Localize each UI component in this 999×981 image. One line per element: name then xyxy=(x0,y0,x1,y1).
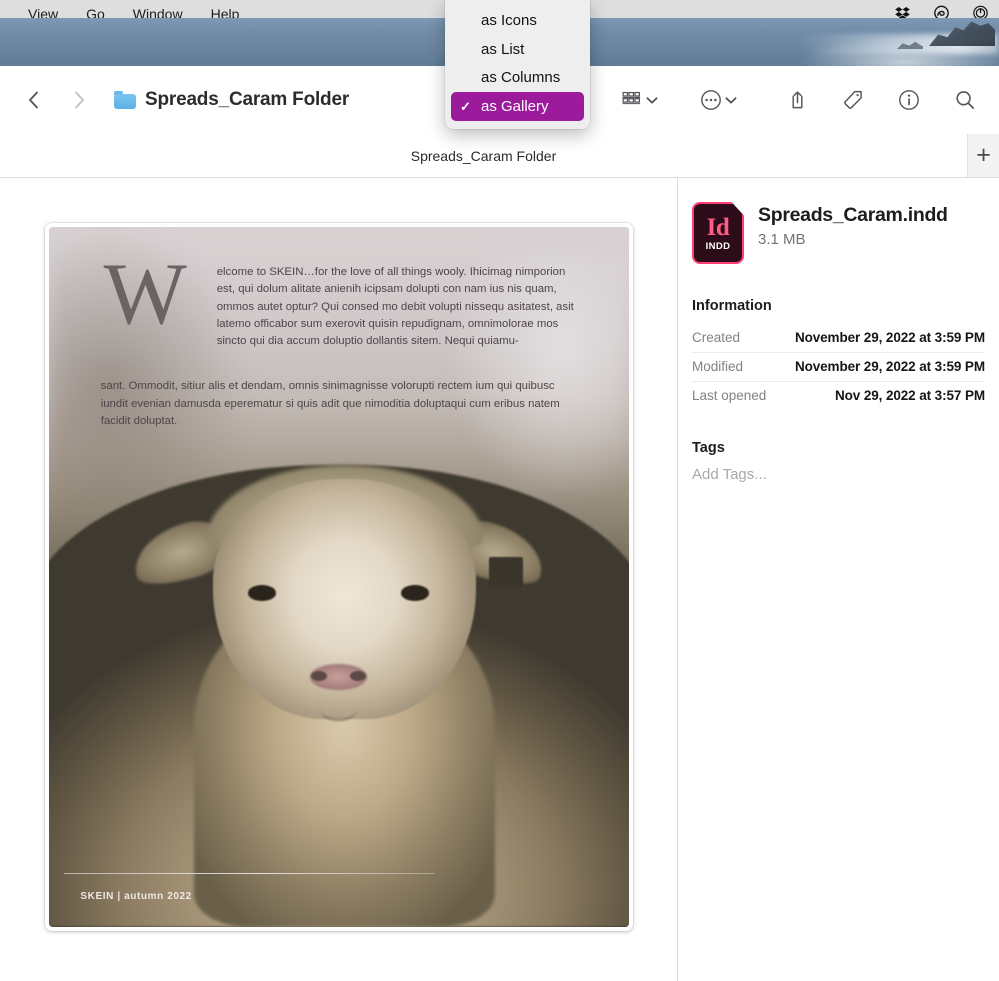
information-heading: Information xyxy=(692,298,772,314)
search-icon xyxy=(956,91,975,109)
menu-item-help[interactable]: Help xyxy=(197,7,254,18)
chevron-left-icon xyxy=(28,91,38,109)
folder-icon xyxy=(114,91,136,109)
info-key: Created xyxy=(692,330,741,345)
menu-bar-items: View Go Window Help xyxy=(0,3,253,18)
info-circle-icon xyxy=(899,90,919,110)
file-size: 3.1 MB xyxy=(758,231,806,249)
menu-option-label: as Gallery xyxy=(481,98,549,116)
info-row-last-opened: Last opened Nov 29, 2022 at 3:57 PM xyxy=(692,382,985,410)
info-key: Last opened xyxy=(692,388,767,403)
checkmark-icon: ✓ xyxy=(460,98,471,114)
window-title-block[interactable]: Spreads_Caram Folder xyxy=(114,89,349,111)
finder-window: Spreads_Caram Folder Spreads_Caram Folde… xyxy=(0,66,999,981)
tag-icon xyxy=(844,90,862,109)
menu-option-as-icons[interactable]: as Icons xyxy=(451,6,584,35)
tags-section: Tags Add Tags... xyxy=(692,440,985,483)
spread-caption: SKEIN | autumn 2022 xyxy=(80,890,192,902)
share-button[interactable] xyxy=(775,81,819,119)
actions-menu-button[interactable] xyxy=(687,82,749,118)
file-meta: Spreads_Caram.indd 3.1 MB xyxy=(758,202,948,248)
spread-body-text-continued: sant. Ommodit, sitiur alis et dendam, om… xyxy=(100,380,560,427)
menu-bar-status-items xyxy=(894,5,999,18)
info-button[interactable] xyxy=(887,81,931,119)
tags-button[interactable] xyxy=(831,81,875,119)
page-title: Spreads_Caram Folder xyxy=(145,89,350,110)
info-value: Nov 29, 2022 at 3:57 PM xyxy=(834,388,985,403)
info-row-modified: Modified November 29, 2022 at 3:59 PM xyxy=(692,353,985,382)
creative-cloud-icon[interactable] xyxy=(933,5,950,18)
indesign-spread-preview: W elcome to SKEIN…for the love of all th… xyxy=(48,227,629,927)
tab-spreads-caram-folder[interactable]: Spreads_Caram Folder xyxy=(0,134,967,177)
menu-item-go[interactable]: Go xyxy=(72,7,119,18)
indesign-extension-label: INDD xyxy=(705,240,731,252)
search-button[interactable] xyxy=(943,81,987,119)
view-menu-dropdown: as Icons as List as Columns ✓ as Gallery xyxy=(445,0,590,129)
indesign-app-glyph: Id xyxy=(706,213,730,241)
back-button[interactable] xyxy=(14,83,52,117)
menu-option-as-columns[interactable]: as Columns xyxy=(451,64,584,93)
chevron-down-icon xyxy=(725,96,736,103)
menu-item-view[interactable]: View xyxy=(14,7,72,18)
power-control-icon[interactable] xyxy=(972,5,989,18)
menu-option-as-list[interactable]: as List xyxy=(451,35,584,64)
toolbar-right-group xyxy=(605,81,987,119)
share-icon xyxy=(791,90,803,108)
gallery-pane: W elcome to SKEIN…for the love of all th… xyxy=(0,178,678,981)
info-value: November 29, 2022 at 3:59 PM xyxy=(794,330,985,345)
tags-heading: Tags xyxy=(692,440,725,456)
navigation-buttons xyxy=(14,83,98,117)
menu-option-as-gallery[interactable]: ✓ as Gallery xyxy=(451,92,584,121)
chevron-right-icon xyxy=(74,91,84,109)
spread-body-text: elcome to SKEIN…for the love of all thin… xyxy=(216,266,574,348)
spread-text-layer: W elcome to SKEIN…for the love of all th… xyxy=(49,227,629,927)
info-value: November 29, 2022 at 3:59 PM xyxy=(794,359,985,374)
file-name: Spreads_Caram.indd xyxy=(758,204,948,226)
menu-option-label: as Columns xyxy=(481,69,561,87)
info-row-created: Created November 29, 2022 at 3:59 PM xyxy=(692,324,985,353)
finder-content: W elcome to SKEIN…for the love of all th… xyxy=(0,178,999,981)
drop-cap: W xyxy=(103,245,187,343)
info-sidebar: Id INDD Spreads_Caram.indd 3.1 MB Inform… xyxy=(678,178,999,981)
info-key: Modified xyxy=(692,359,744,374)
information-section: Information Created November 29, 2022 at… xyxy=(692,298,985,410)
forward-button[interactable] xyxy=(60,83,98,117)
wallpaper-rock-formation xyxy=(929,21,995,46)
indesign-file-icon: Id INDD xyxy=(692,202,744,264)
tab-bar: Spreads_Caram Folder + xyxy=(0,134,999,178)
view-options-button[interactable] xyxy=(609,82,671,118)
new-tab-button[interactable]: + xyxy=(967,134,999,177)
gallery-preview-card[interactable]: W elcome to SKEIN…for the love of all th… xyxy=(44,223,633,931)
gallery-view-icon xyxy=(622,91,641,105)
caption-rule xyxy=(63,872,435,874)
chevron-down-icon xyxy=(646,96,658,103)
menu-item-window[interactable]: Window xyxy=(119,7,197,18)
add-tags-input[interactable]: Add Tags... xyxy=(692,466,985,483)
dropbox-icon[interactable] xyxy=(894,5,911,18)
ellipsis-circle-icon xyxy=(700,90,721,110)
menu-option-label: as List xyxy=(481,40,525,58)
menu-option-label: as Icons xyxy=(481,11,537,29)
file-header: Id INDD Spreads_Caram.indd 3.1 MB xyxy=(692,202,985,264)
